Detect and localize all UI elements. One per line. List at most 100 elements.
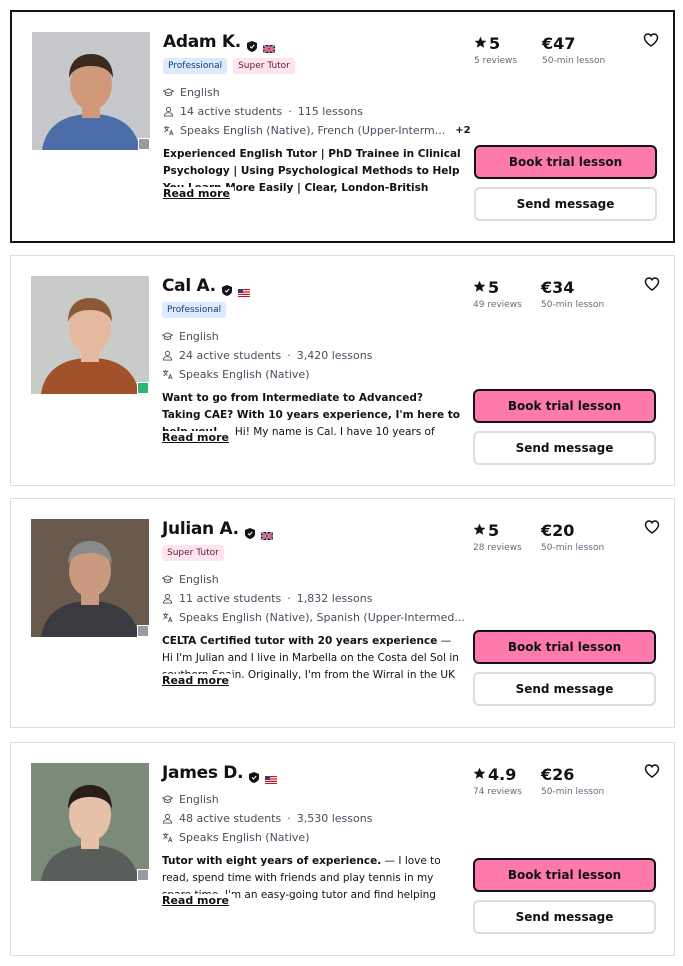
language-row: English [161, 793, 219, 806]
speaks-row: Speaks English (Native), Spanish (Upper-… [162, 611, 465, 624]
book-trial-button[interactable]: Book trial lesson [473, 630, 656, 664]
lesson-count: 3,530 lessons [296, 812, 373, 825]
tutor-avatar[interactable] [31, 763, 149, 881]
user-icon [162, 593, 173, 604]
star-icon [473, 521, 486, 540]
teaches-language: English [179, 793, 219, 806]
lesson-duration: 50-min lesson [542, 56, 606, 66]
book-trial-button[interactable]: Book trial lesson [474, 145, 657, 179]
more-languages-count[interactable]: +2 [455, 125, 470, 136]
tutor-card[interactable]: Adam K. Professional Super Tutor English … [10, 10, 675, 243]
translate-icon [162, 369, 173, 380]
tutor-name[interactable]: Adam K. [163, 32, 241, 52]
lesson-count: 115 lessons [297, 105, 363, 118]
tutor-name[interactable]: Cal A. [162, 276, 216, 296]
badge-row: Professional Super Tutor [163, 58, 295, 74]
lesson-price: €26 [541, 765, 575, 784]
review-count[interactable]: 74 reviews [473, 787, 522, 797]
tutor-photo [31, 276, 149, 394]
rating-block: 5 5 reviews [474, 34, 517, 66]
review-count[interactable]: 49 reviews [473, 300, 522, 310]
rating-block: 4.9 74 reviews [473, 765, 522, 797]
send-message-button[interactable]: Send message [473, 672, 656, 706]
review-count[interactable]: 28 reviews [473, 543, 522, 553]
heart-icon[interactable] [643, 32, 659, 48]
flag-icon [237, 282, 250, 297]
read-more-link[interactable]: Read more [163, 187, 234, 200]
badge-row: Professional [162, 302, 227, 318]
tutor-card[interactable]: Julian A. Super Tutor English 11 active … [10, 498, 675, 728]
super-tutor-badge: Super Tutor [162, 545, 224, 561]
flag-icon [265, 769, 278, 784]
super-tutor-badge: Super Tutor [233, 58, 295, 74]
read-more-link[interactable]: Read more [162, 431, 233, 444]
graduation-cap-icon [161, 574, 174, 585]
graduation-cap-icon [161, 331, 174, 342]
active-students: 48 active students [179, 812, 282, 825]
status-indicator [137, 382, 149, 394]
send-message-button[interactable]: Send message [473, 900, 656, 934]
book-trial-button[interactable]: Book trial lesson [473, 858, 656, 892]
description-headline: Tutor with eight years of experience. [162, 855, 382, 867]
read-more-link[interactable]: Read more [162, 674, 233, 687]
heart-icon[interactable] [644, 763, 660, 779]
lesson-price: €34 [541, 278, 575, 297]
rating-value: 5 [488, 278, 500, 297]
tutor-avatar[interactable] [31, 276, 149, 394]
flag-icon [260, 525, 274, 541]
user-icon [163, 106, 174, 117]
teaches-language: English [179, 330, 219, 343]
status-indicator [137, 869, 149, 881]
students-row: 24 active students · 3,420 lessons [162, 349, 372, 362]
graduation-cap-icon [161, 794, 174, 805]
tutor-card[interactable]: Cal A. Professional English 24 active st… [10, 255, 675, 486]
language-row: English [161, 573, 219, 586]
price-block: €26 50-min lesson [541, 765, 604, 797]
star-icon [474, 34, 487, 53]
shield-icon [249, 768, 260, 783]
tutor-photo [31, 763, 149, 881]
lesson-duration: 50-min lesson [541, 787, 605, 797]
speaks-languages: Speaks English (Native) [179, 831, 310, 844]
rating-block: 5 49 reviews [473, 278, 522, 310]
tutor-photo [31, 519, 149, 637]
price-block: €20 50-min lesson [541, 521, 604, 553]
lesson-duration: 50-min lesson [541, 543, 605, 553]
language-row: English [161, 330, 219, 343]
heart-icon[interactable] [644, 519, 660, 535]
translate-icon [163, 125, 174, 136]
tutor-card[interactable]: James D. English 48 active students · 3,… [10, 742, 675, 956]
send-message-button[interactable]: Send message [474, 187, 657, 221]
tutor-photo [32, 32, 150, 150]
tutor-name[interactable]: James D. [162, 763, 244, 783]
tutor-avatar[interactable] [32, 32, 150, 150]
status-indicator [138, 138, 150, 150]
students-row: 14 active students · 115 lessons [163, 105, 363, 118]
speaks-row: Speaks English (Native) [162, 831, 310, 844]
teaches-language: English [179, 573, 219, 586]
heart-icon[interactable] [644, 276, 660, 292]
speaks-languages: Speaks English (Native), French (Upper-I… [180, 124, 446, 137]
rating-value: 5 [489, 34, 501, 53]
review-count[interactable]: 5 reviews [474, 56, 517, 66]
translate-icon [162, 832, 173, 843]
book-trial-button[interactable]: Book trial lesson [473, 389, 656, 423]
shield-icon [244, 524, 255, 539]
send-message-button[interactable]: Send message [473, 431, 656, 465]
lesson-count: 1,832 lessons [296, 592, 373, 605]
teaches-language: English [180, 86, 220, 99]
status-indicator [137, 625, 149, 637]
tutor-name[interactable]: Julian A. [162, 519, 239, 539]
read-more-link[interactable]: Read more [162, 894, 233, 907]
lesson-duration: 50-min lesson [541, 300, 605, 310]
translate-icon [162, 612, 173, 623]
language-row: English [162, 86, 220, 99]
lesson-price: €47 [542, 34, 576, 53]
tutor-avatar[interactable] [31, 519, 149, 637]
professional-badge: Professional [162, 302, 227, 318]
lesson-count: 3,420 lessons [296, 349, 373, 362]
active-students: 11 active students [179, 592, 282, 605]
price-block: €47 50-min lesson [542, 34, 605, 66]
active-students: 24 active students [179, 349, 282, 362]
rating-value: 4.9 [488, 765, 517, 784]
